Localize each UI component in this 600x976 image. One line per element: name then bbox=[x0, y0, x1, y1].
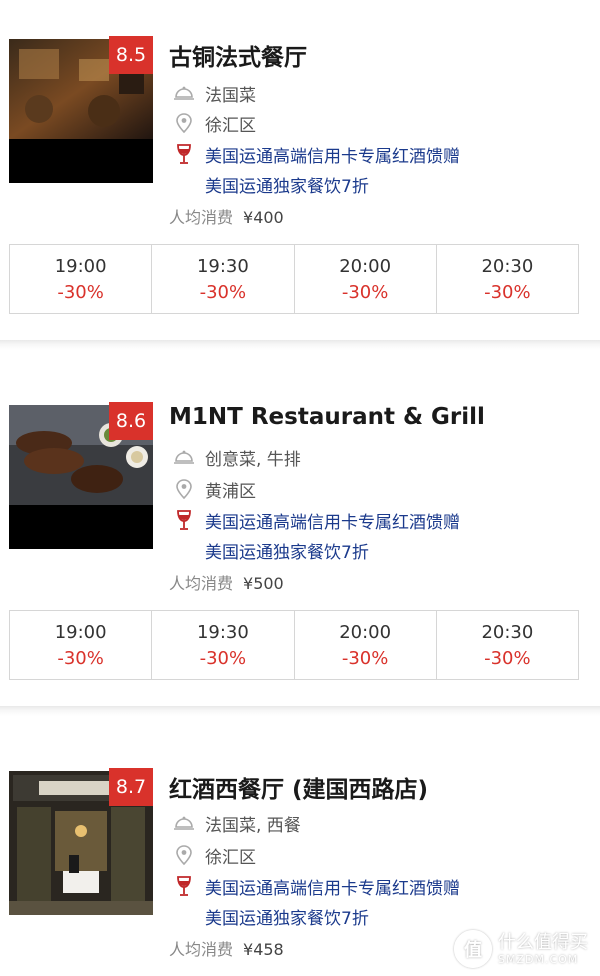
price-label: 人均消费 bbox=[169, 574, 234, 593]
time-slot[interactable]: 19:00 -30% bbox=[10, 611, 153, 679]
district-row: 黄浦区 bbox=[173, 476, 256, 502]
time-slots: 19:00 -30% 19:30 -30% 20:00 -30% 20:30 -30% bbox=[9, 244, 579, 314]
time-slot[interactable]: 20:30 -30% bbox=[437, 611, 578, 679]
watermark-domain: SMZDM.COM bbox=[498, 952, 579, 966]
time-slot[interactable]: 19:00 -30% bbox=[10, 245, 153, 313]
price-label: 人均消费 bbox=[169, 940, 234, 959]
district-row: 徐汇区 bbox=[173, 842, 256, 868]
slot-time: 20:00 bbox=[339, 256, 392, 277]
slot-discount: -30% bbox=[341, 648, 389, 669]
slot-time: 19:00 bbox=[54, 256, 107, 277]
location-pin-icon bbox=[173, 112, 195, 134]
time-slot[interactable]: 20:00 -30% bbox=[295, 245, 437, 313]
cuisine-label: 创意菜, 牛排 bbox=[205, 449, 301, 470]
promo-text-1[interactable]: 美国运通高端信用卡专属红酒馈赠 bbox=[205, 874, 460, 899]
time-slots: 19:00 -30% 19:30 -30% 20:00 -30% 20:30 -30% bbox=[9, 610, 579, 680]
location-pin-icon bbox=[173, 844, 195, 866]
promo-text-2[interactable]: 美国运通独家餐饮7折 bbox=[205, 538, 369, 563]
wine-glass-icon bbox=[173, 143, 195, 165]
cuisine-label: 法国菜, 西餐 bbox=[205, 815, 301, 836]
slot-discount: -30% bbox=[484, 648, 531, 669]
rating-badge: 8.6 bbox=[109, 402, 153, 440]
district-label: 黄浦区 bbox=[205, 481, 256, 502]
promo-row[interactable]: 美国运通高端信用卡专属红酒馈赠 bbox=[173, 507, 460, 533]
time-slot[interactable]: 20:30 -30% bbox=[437, 245, 578, 313]
cloche-icon bbox=[173, 446, 195, 468]
time-slot[interactable]: 19:30 -30% bbox=[152, 245, 295, 313]
price-row: 人均消费 ¥458 bbox=[169, 936, 284, 960]
cuisine-row: 法国菜, 西餐 bbox=[173, 810, 301, 836]
cloche-icon bbox=[173, 82, 195, 104]
cuisine-label: 法国菜 bbox=[205, 85, 256, 106]
slot-discount: -30% bbox=[484, 282, 531, 303]
rating-badge: 8.5 bbox=[109, 36, 153, 74]
restaurant-card-2[interactable]: 8.6 M1NT Restaurant & Grill 创意菜, 牛排 黄浦区 … bbox=[0, 366, 600, 704]
wine-glass-icon bbox=[173, 875, 195, 897]
district-row: 徐汇区 bbox=[173, 110, 256, 136]
slot-discount: -30% bbox=[57, 648, 104, 669]
promo-text-2[interactable]: 美国运通独家餐饮7折 bbox=[205, 172, 369, 197]
smzdm-logo-icon: 值 bbox=[454, 930, 492, 968]
slot-time: 20:30 bbox=[481, 622, 534, 643]
restaurant-name[interactable]: 古铜法式餐厅 bbox=[169, 38, 307, 72]
slot-time: 20:00 bbox=[339, 622, 392, 643]
slot-time: 19:00 bbox=[54, 622, 107, 643]
slot-time: 20:30 bbox=[481, 256, 534, 277]
watermark: 值 什么值得买 SMZDM.COM bbox=[454, 930, 588, 968]
price-row: 人均消费 ¥500 bbox=[169, 570, 284, 594]
card-divider bbox=[0, 340, 600, 350]
promo-row[interactable]: 美国运通高端信用卡专属红酒馈赠 bbox=[173, 141, 460, 167]
promo-text-1[interactable]: 美国运通高端信用卡专属红酒馈赠 bbox=[205, 142, 460, 167]
rating-badge: 8.7 bbox=[109, 768, 153, 806]
price-value: ¥458 bbox=[243, 940, 284, 959]
slot-discount: -30% bbox=[57, 282, 104, 303]
promo-text-1[interactable]: 美国运通高端信用卡专属红酒馈赠 bbox=[205, 508, 460, 533]
time-slot[interactable]: 19:30 -30% bbox=[152, 611, 295, 679]
cuisine-row: 创意菜, 牛排 bbox=[173, 444, 301, 470]
restaurant-name[interactable]: 红酒西餐厅 (建国西路店) bbox=[169, 770, 428, 804]
slot-discount: -30% bbox=[199, 282, 247, 303]
price-label: 人均消费 bbox=[169, 208, 234, 227]
slot-discount: -30% bbox=[199, 648, 247, 669]
price-value: ¥400 bbox=[243, 208, 284, 227]
district-label: 徐汇区 bbox=[205, 847, 256, 868]
promo-row[interactable]: 美国运通高端信用卡专属红酒馈赠 bbox=[173, 873, 460, 899]
price-value: ¥500 bbox=[243, 574, 284, 593]
cuisine-row: 法国菜 bbox=[173, 80, 256, 106]
district-label: 徐汇区 bbox=[205, 115, 256, 136]
slot-time: 19:30 bbox=[196, 622, 249, 643]
slot-time: 19:30 bbox=[196, 256, 249, 277]
cloche-icon bbox=[173, 812, 195, 834]
card-divider bbox=[0, 706, 600, 716]
slot-discount: -30% bbox=[341, 282, 389, 303]
watermark-title: 什么值得买 bbox=[498, 931, 588, 953]
restaurant-name[interactable]: M1NT Restaurant & Grill bbox=[169, 404, 485, 430]
restaurant-card-1[interactable]: 8.5 古铜法式餐厅 法国菜 徐汇区 美国运通高端信用卡专属红酒馈赠 美国运通独… bbox=[0, 0, 600, 338]
time-slot[interactable]: 20:00 -30% bbox=[295, 611, 437, 679]
promo-text-2[interactable]: 美国运通独家餐饮7折 bbox=[205, 904, 369, 929]
wine-glass-icon bbox=[173, 509, 195, 531]
price-row: 人均消费 ¥400 bbox=[169, 204, 284, 228]
location-pin-icon bbox=[173, 478, 195, 500]
